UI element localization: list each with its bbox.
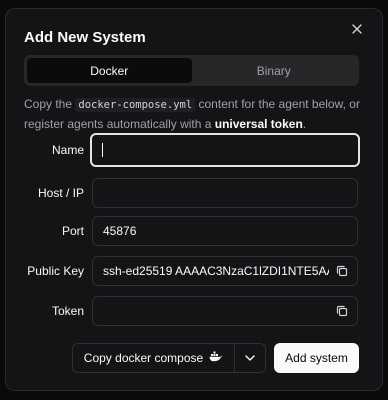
copy-docker-compose-button[interactable]: Copy docker compose [73, 344, 234, 372]
text-caret [102, 143, 103, 157]
token-row: Token [6, 296, 384, 326]
port-input[interactable]: 45876 [92, 216, 358, 246]
port-row: Port 45876 [6, 216, 384, 246]
universal-token-link[interactable]: universal token [215, 117, 303, 131]
host-row: Host / IP [6, 178, 384, 208]
add-system-dialog: Add New System Docker Binary Copy the do… [5, 8, 383, 391]
dialog-description: Copy the docker-compose.yml content for … [24, 95, 364, 134]
description-text: Copy the [24, 97, 76, 111]
host-label: Host / IP [37, 186, 84, 200]
close-icon[interactable] [350, 22, 364, 36]
copy-icon[interactable] [335, 304, 349, 318]
public-key-label: Public Key [27, 264, 84, 278]
tab-docker[interactable]: Docker [27, 58, 192, 83]
token-input[interactable] [92, 296, 358, 326]
tab-list: Docker Binary [24, 55, 359, 86]
copy-icon[interactable] [335, 264, 349, 278]
port-value: 45876 [103, 224, 137, 238]
docker-icon [209, 351, 223, 365]
description-period: . [302, 117, 307, 131]
dialog-title: Add New System [24, 29, 146, 46]
name-label: Name [51, 143, 84, 157]
copy-compose-split-button: Copy docker compose [72, 343, 266, 373]
port-label: Port [61, 224, 84, 238]
public-key-value: ssh-ed25519 AAAAC3NzaC1lZDI1NTE5AAAA [103, 264, 329, 278]
host-input[interactable] [92, 178, 358, 208]
tab-binary[interactable]: Binary [192, 58, 357, 83]
add-system-button[interactable]: Add system [274, 343, 359, 373]
copy-compose-label: Copy docker compose [83, 351, 204, 365]
chevron-down-icon[interactable] [235, 344, 265, 372]
public-key-input[interactable]: ssh-ed25519 AAAAC3NzaC1lZDI1NTE5AAAA [92, 256, 358, 286]
compose-filename: docker-compose.yml [75, 98, 196, 112]
name-row: Name [6, 133, 384, 167]
public-key-row: Public Key ssh-ed25519 AAAAC3NzaC1lZDI1N… [6, 256, 384, 286]
name-input[interactable] [90, 133, 360, 167]
token-label: Token [51, 304, 84, 318]
